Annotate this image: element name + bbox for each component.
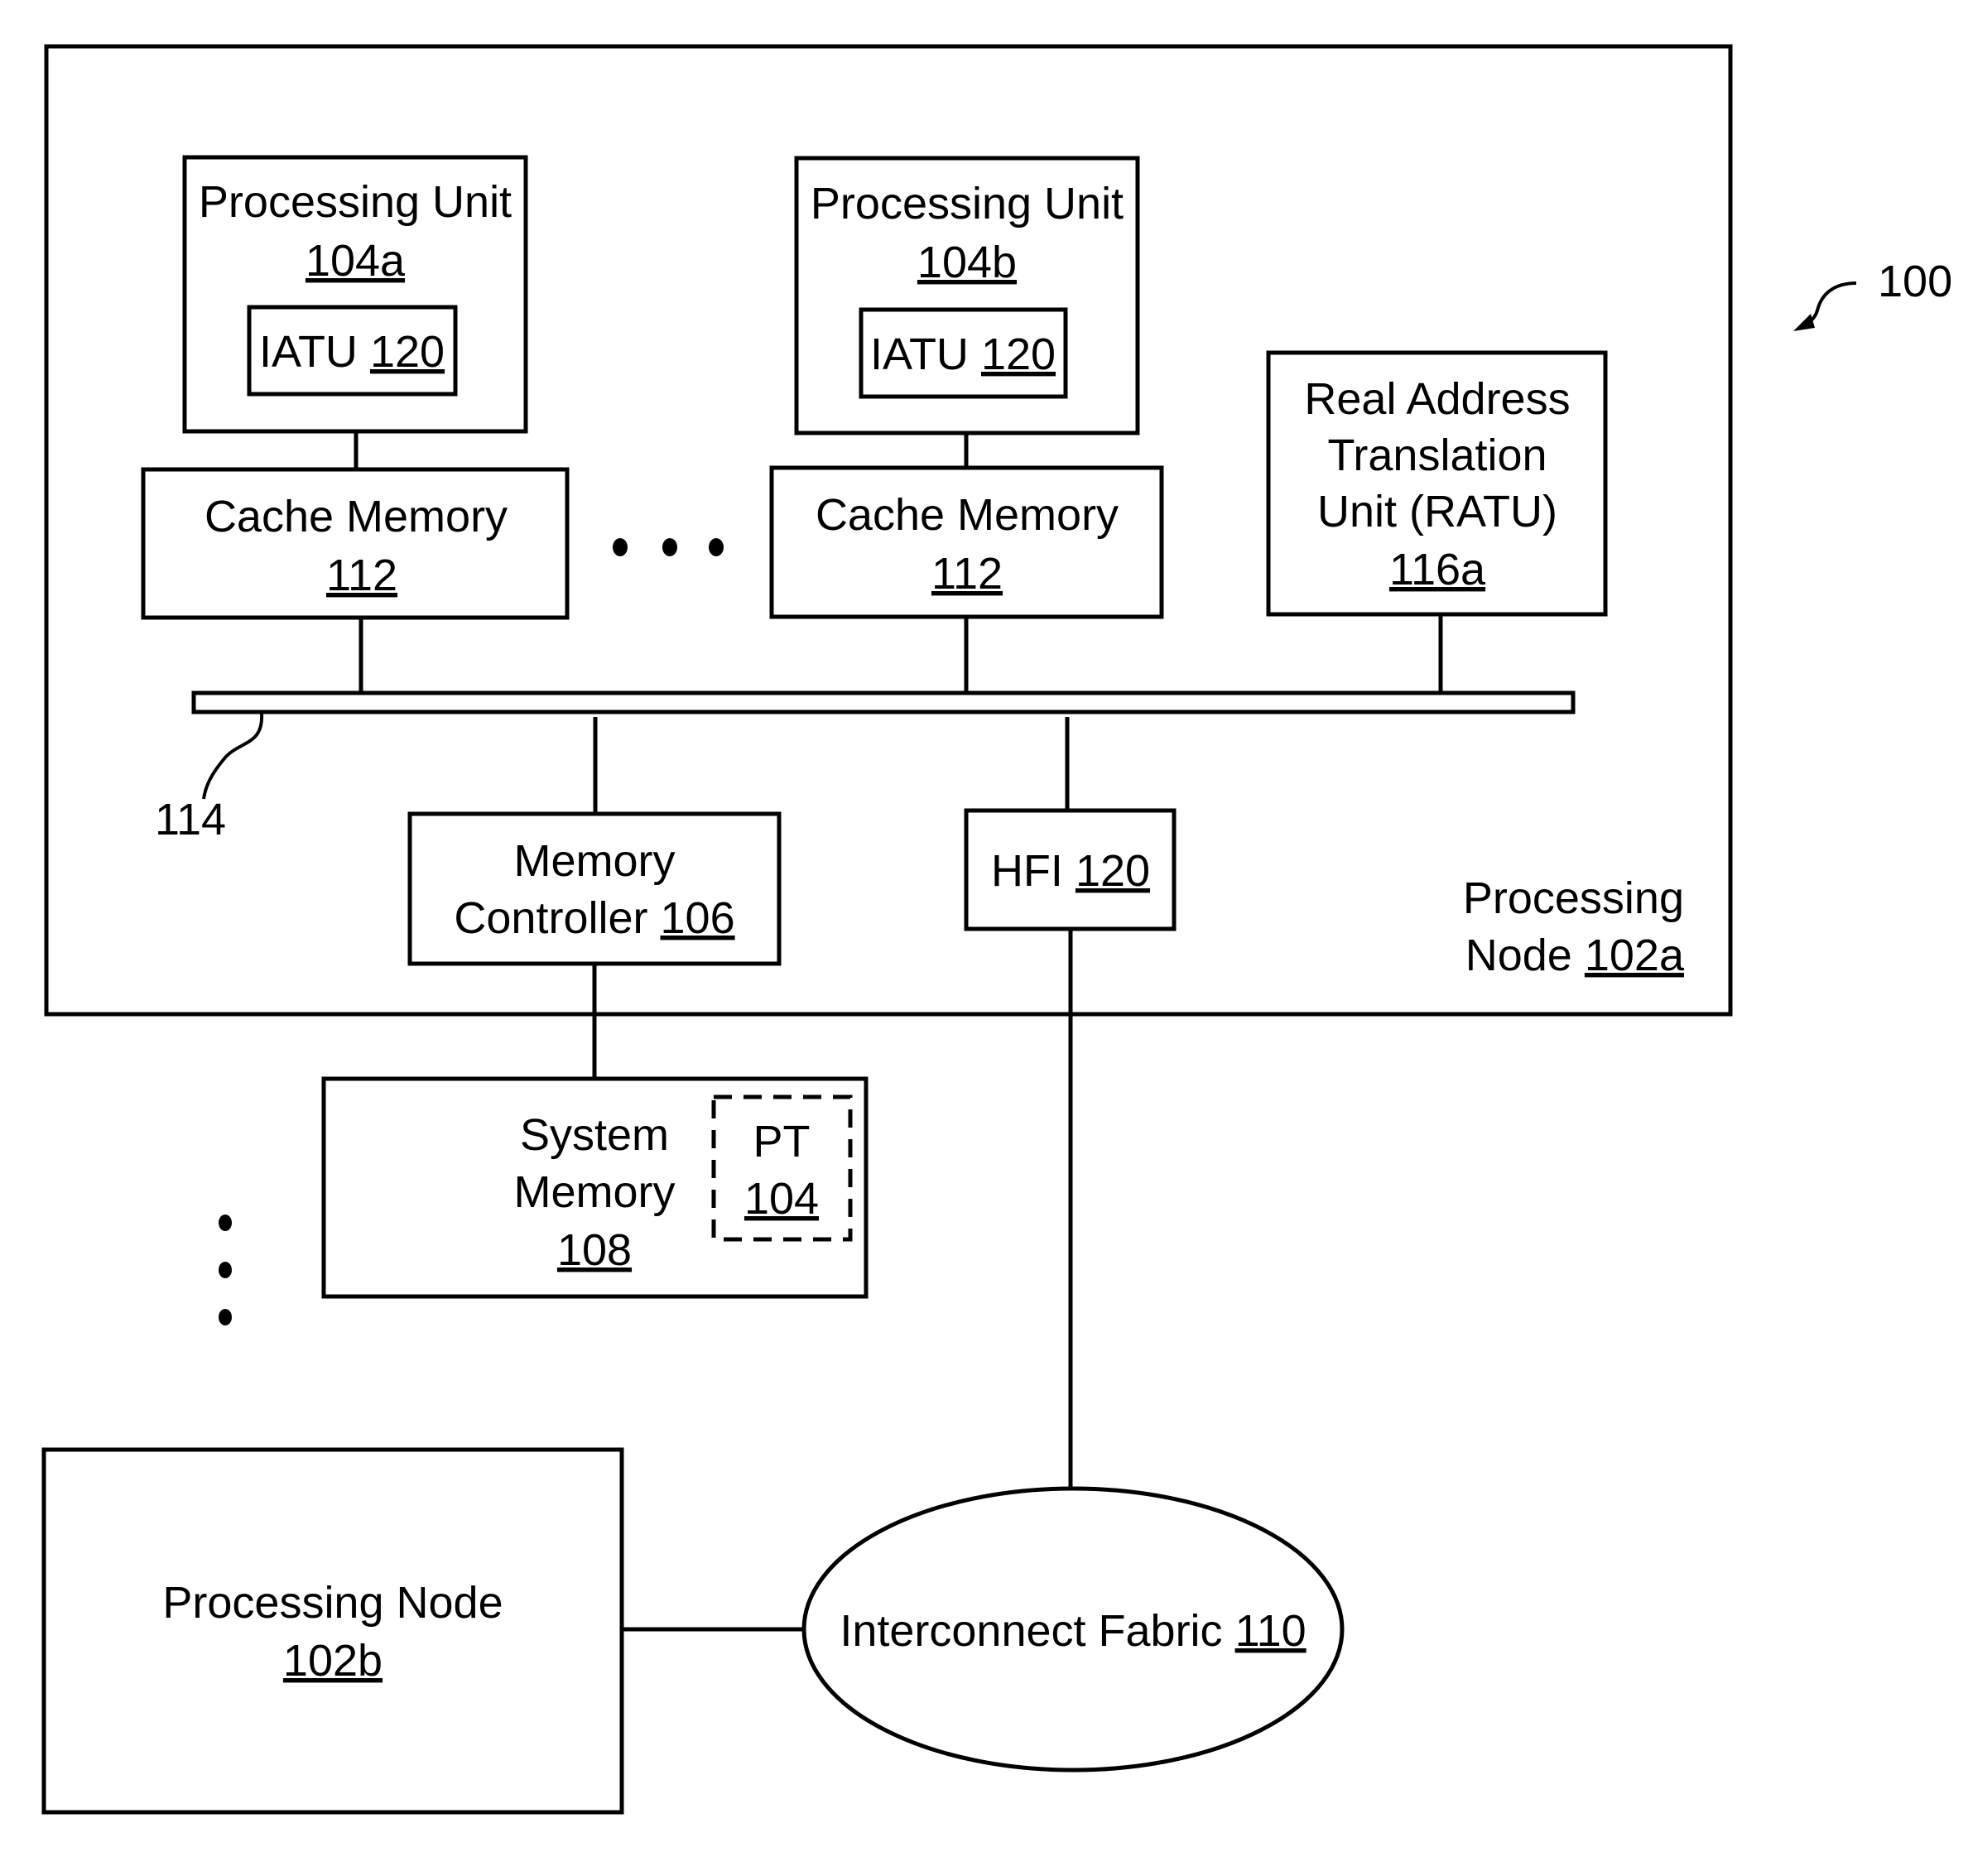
hfi-label: HFI 120: [991, 846, 1150, 896]
memory-controller-line2: Controller 106: [454, 893, 734, 943]
memory-controller-line1: Memory: [513, 836, 675, 886]
processing-unit-b: Processing Unit 104b IATU 120: [794, 156, 1140, 435]
cache-memory-b-ref: 112: [931, 549, 1003, 599]
vertical-ellipsis-icon: [219, 1215, 232, 1325]
system-diagram: Processing Unit 104a IATU 120 Processing…: [41, 44, 1952, 1815]
processing-unit-b-ref: 104b: [917, 238, 1017, 287]
processing-unit-b-title: Processing Unit: [811, 179, 1124, 228]
ratu: Real Address Translation Unit (RATU) 116…: [1266, 350, 1608, 617]
system-memory-ref: 108: [557, 1225, 632, 1275]
iatu-a-label: IATU 120: [259, 327, 445, 377]
ratu-line1: Real Address: [1304, 374, 1570, 424]
iatu-b-label: IATU 120: [870, 330, 1056, 379]
horizontal-ellipsis-icon: [613, 538, 724, 556]
processing-node-b-title: Processing Node: [162, 1578, 503, 1628]
processing-node-b-ref: 102b: [283, 1636, 383, 1686]
processing-node-b: Processing Node 102b: [41, 1447, 624, 1815]
hfi: HFI 120: [964, 808, 1177, 931]
system-memory: System Memory 108 PT 104: [321, 1076, 869, 1299]
memory-controller: Memory Controller 106: [407, 811, 782, 966]
system-memory-line2: Memory: [513, 1167, 675, 1217]
page-table-ref: 104: [744, 1174, 819, 1224]
bus-ref-label: 114: [155, 795, 226, 844]
ratu-line3: Unit (RATU): [1317, 487, 1557, 536]
processing-unit-a: Processing Unit 104a IATU 120: [182, 155, 528, 434]
interconnect-fabric: Interconnect Fabric 110: [801, 1486, 1345, 1773]
figure-ref-label: 100: [1878, 257, 1952, 306]
page-table-label: PT: [753, 1117, 810, 1166]
processing-node-b-box: [41, 1447, 624, 1815]
cache-memory-a-ref: 112: [326, 551, 397, 600]
cache-memory-a-title: Cache Memory: [205, 492, 508, 541]
ratu-ref: 116a: [1389, 545, 1486, 594]
arrow-head-icon: [1793, 314, 1815, 331]
processing-node-a-title: Processing: [1463, 873, 1684, 923]
interconnect-fabric-label: Interconnect Fabric 110: [840, 1606, 1306, 1656]
system-bus: [191, 690, 1576, 714]
processing-unit-a-ref: 104a: [306, 236, 406, 286]
processing-unit-a-title: Processing Unit: [199, 177, 512, 227]
cache-memory-b: Cache Memory 112: [769, 465, 1164, 619]
cache-memory-b-title: Cache Memory: [816, 490, 1119, 540]
ratu-line2: Translation: [1327, 431, 1547, 480]
system-memory-line1: System: [520, 1110, 669, 1160]
cache-memory-a: Cache Memory 112: [141, 467, 570, 620]
bus-leader-line: [202, 713, 264, 800]
processing-node-a-ref: Node 102a: [1465, 931, 1685, 980]
figure-ref-leader: [1804, 281, 1857, 326]
